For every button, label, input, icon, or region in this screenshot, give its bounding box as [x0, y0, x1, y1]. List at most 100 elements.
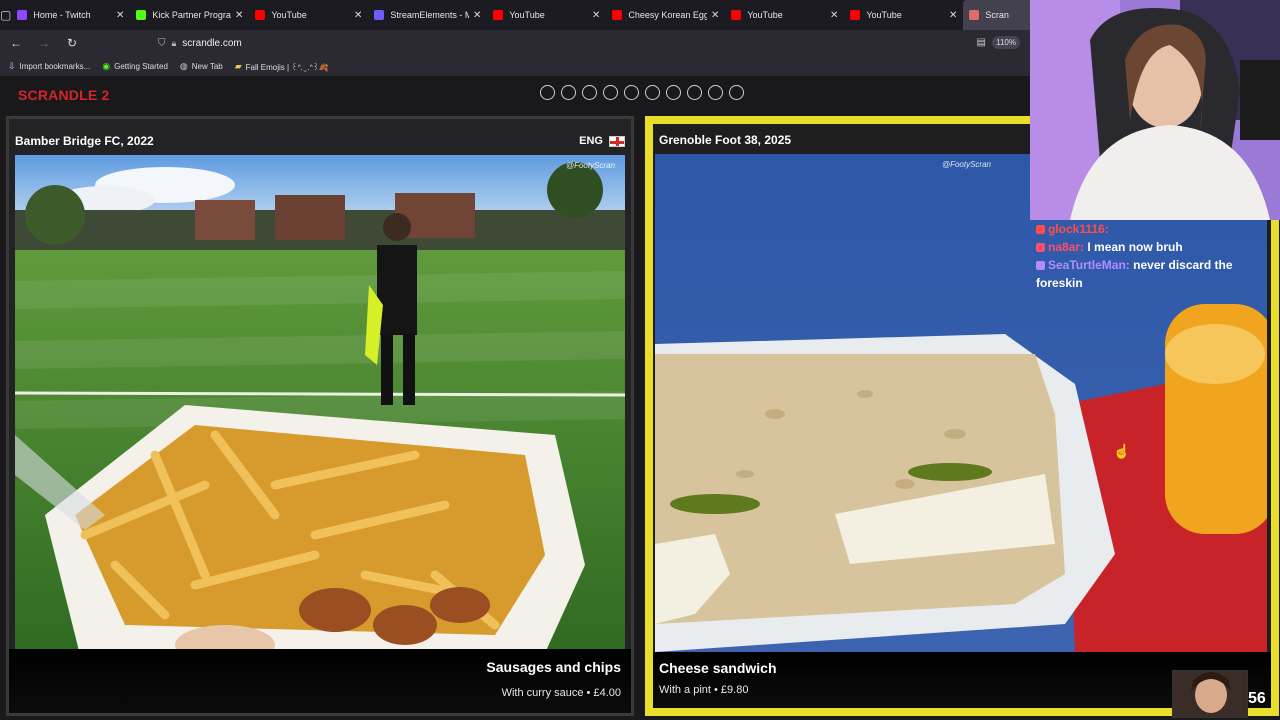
browser-tab[interactable]: YouTube ✕ [487, 0, 606, 30]
tab-close-icon[interactable]: ✕ [711, 10, 719, 21]
watermark: @FootyScran [941, 160, 991, 169]
dish-detail: With curry sauce • £4.00 [501, 687, 621, 699]
viewer-avatar [1172, 670, 1248, 718]
round-indicator [624, 85, 639, 100]
chat-username: glock1116: [1048, 222, 1109, 236]
round-indicator [540, 85, 555, 100]
round-indicator [603, 85, 618, 100]
tab-label: YouTube [747, 10, 783, 20]
bookmark-label: Import bookmarks... [19, 61, 91, 71]
round-indicator [561, 85, 576, 100]
tab-label: YouTube [271, 10, 307, 20]
tab-label: StreamElements - My c [390, 10, 469, 20]
chat-badge-icon [1036, 243, 1045, 252]
tab-close-icon[interactable]: ✕ [592, 10, 600, 21]
watermark: @FootyScran [565, 161, 615, 170]
bookmark-label: New Tab [191, 61, 223, 71]
bookmark-label: Getting Started [114, 61, 168, 71]
bookmark-item[interactable]: ▰ Fall Emojis | ꒰ᐢ. ̫ .ᐢ꒱🍂 [235, 61, 329, 72]
tab-close-icon[interactable]: ✕ [235, 10, 243, 21]
round-indicator [708, 85, 723, 100]
browser-tab-strip: ▢ Home - Twitch✕Kick Partner Program -✕Y… [0, 0, 1083, 30]
viewer-count: 56 [1248, 690, 1266, 707]
card-header: Bamber Bridge FC, 2022 ENG [15, 127, 625, 155]
url-text: scrandle.com [182, 37, 242, 49]
chat-message: SeaTurtleMan: never discard the foreskin [1036, 256, 1272, 292]
reader-view-icon[interactable]: ▤ [977, 37, 986, 48]
browser-tab[interactable]: YouTube ✕ [249, 0, 368, 30]
forward-icon[interactable]: → [32, 30, 56, 56]
club-name: Bamber Bridge FC, 2022 [15, 134, 154, 148]
round-indicator [687, 85, 702, 100]
food-photo[interactable]: @FootyScran [15, 155, 625, 653]
card-footer: Sausages and chips With curry sauce • £4… [9, 649, 631, 713]
chat-username: na8ar: [1048, 240, 1085, 254]
browser-tab[interactable]: YouTube ✕ [725, 0, 844, 30]
screen: ▢ Home - Twitch✕Kick Partner Program -✕Y… [0, 0, 1280, 720]
import-icon: ⇩ [8, 60, 16, 71]
tab-favicon-icon [136, 10, 147, 20]
tab-close-icon[interactable]: ✕ [116, 10, 124, 21]
reload-icon[interactable]: ↻ [60, 30, 84, 56]
food-card-left[interactable]: Bamber Bridge FC, 2022 ENG @FootyScran S… [6, 116, 634, 716]
round-indicator [645, 85, 660, 100]
folder-icon: ▰ [234, 60, 242, 71]
dish-name: Cheese sandwich [659, 660, 777, 676]
dish-name: Sausages and chips [486, 659, 621, 675]
lock-icon[interactable]: 🔒︎ [172, 38, 177, 49]
tab-favicon-icon [969, 10, 980, 20]
browser-tab[interactable]: YouTube ✕ [844, 0, 963, 30]
globe-icon: ◍ [179, 60, 188, 71]
chat-message: na8ar: I mean now bruh [1036, 238, 1272, 256]
chat-overlay: glock1116: na8ar: I mean now bruh SeaTurt… [1036, 220, 1272, 292]
tab-list-icon[interactable]: ▢ [0, 0, 11, 30]
zoom-level[interactable]: 110% [992, 36, 1020, 49]
tab-label: YouTube [509, 10, 545, 20]
tab-favicon-icon [731, 10, 742, 20]
tab-close-icon[interactable]: ✕ [949, 10, 957, 21]
tab-close-icon[interactable]: ✕ [473, 10, 481, 21]
tab-favicon-icon [17, 10, 28, 20]
tab-label: Kick Partner Program - [152, 10, 231, 20]
tab-favicon-icon [374, 10, 385, 20]
browser-tab[interactable]: Kick Partner Program - ✕ [130, 0, 249, 30]
tab-favicon-icon [493, 10, 504, 20]
chat-message: glock1116: [1036, 220, 1272, 238]
tabs-container: Home - Twitch✕Kick Partner Program -✕You… [11, 0, 1083, 30]
dish-detail: With a pint • £9.80 [659, 684, 749, 696]
round-progress [540, 85, 744, 100]
tab-label: Cheesy Korean Egg Toa [628, 10, 707, 20]
mouse-pointer-icon: ☝ [1113, 443, 1131, 459]
browser-navbar: ← → ↻ ⛉ 🔒︎ scrandle.com ▤ 110% [0, 30, 1030, 56]
bookmark-label: Fall Emojis | ꒰ᐢ. ̫ .ᐢ꒱🍂 [245, 62, 329, 72]
firefox-icon: ◉ [102, 60, 111, 71]
browser-tab[interactable]: StreamElements - My c ✕ [368, 0, 487, 30]
back-icon[interactable]: ← [4, 30, 28, 56]
tab-favicon-icon [612, 10, 623, 20]
tab-label: Home - Twitch [33, 10, 91, 20]
england-flag-icon [609, 135, 625, 147]
bookmark-item[interactable]: ⇩ Import bookmarks... [8, 61, 90, 72]
chat-username: SeaTurtleMan: [1048, 258, 1130, 272]
round-indicator [582, 85, 597, 100]
round-indicator [729, 85, 744, 100]
browser-tab[interactable]: Cheesy Korean Egg Toa ✕ [606, 0, 725, 30]
bookmark-item[interactable]: ◉ Getting Started [102, 61, 168, 72]
chat-badge-icon [1036, 261, 1045, 270]
browser-tab[interactable]: Home - Twitch ✕ [11, 0, 130, 30]
tab-close-icon[interactable]: ✕ [354, 10, 362, 21]
game-logo[interactable]: SCRANDLE 2 [18, 87, 109, 103]
tab-close-icon[interactable]: ✕ [830, 10, 838, 21]
chat-text: I mean now bruh [1087, 240, 1183, 254]
bookmarks-bar: ⇩ Import bookmarks... ◉ Getting Started ◍ New… [0, 56, 1030, 76]
country-code: ENG [579, 135, 603, 147]
streamer-webcam [1030, 0, 1280, 220]
address-bar[interactable]: ⛉ 🔒︎ scrandle.com ▤ 110% [150, 33, 1026, 53]
chat-badge-icon [1036, 225, 1045, 234]
round-indicator [666, 85, 681, 100]
tab-favicon-icon [850, 10, 861, 20]
shield-icon[interactable]: ⛉ [158, 38, 166, 49]
bookmark-item[interactable]: ◍ New Tab [180, 61, 223, 72]
tab-label: YouTube [866, 10, 902, 20]
tab-favicon-icon [255, 10, 266, 20]
